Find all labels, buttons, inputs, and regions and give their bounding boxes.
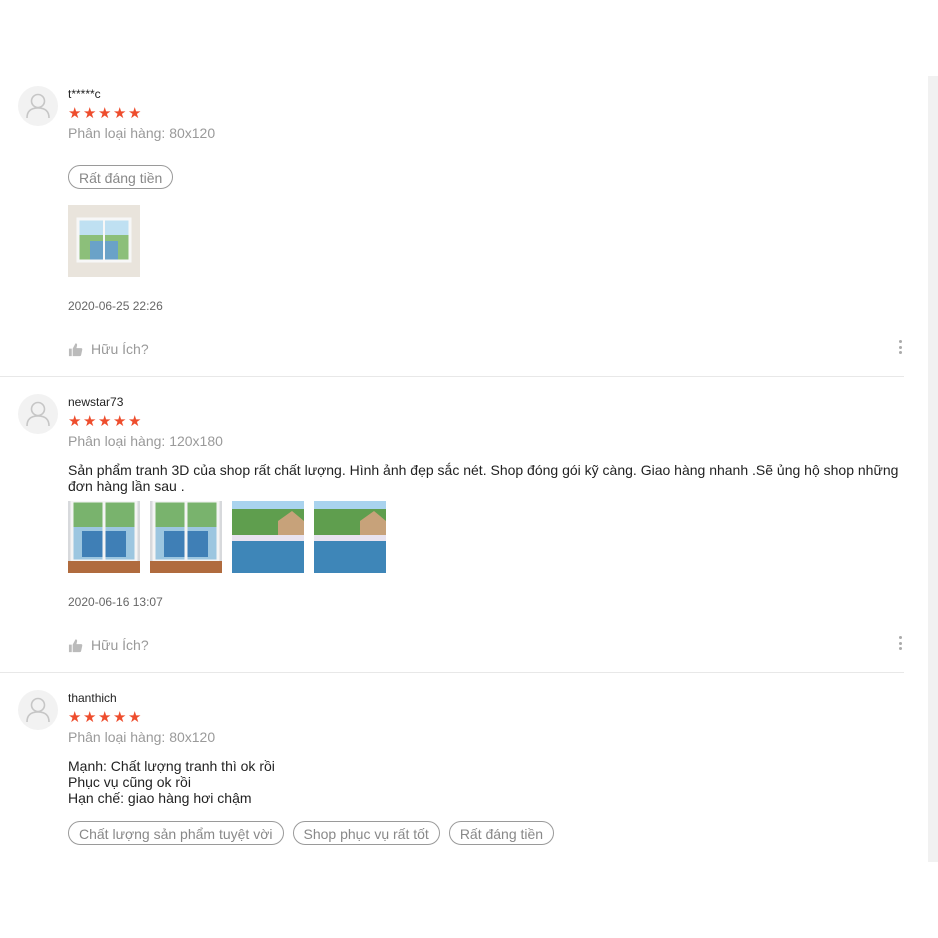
review-tags: Chất lượng sản phẩm tuyệt vời Shop phục … [68, 821, 904, 845]
review-item: thanthich ★ ★ ★ ★ ★ Phân loại hàng: 80x120 M… [0, 690, 904, 860]
review-photo[interactable] [150, 501, 222, 573]
star-icon: ★ [83, 709, 97, 726]
rating-stars: ★ ★ ★ ★ ★ [68, 414, 904, 430]
rating-stars: ★ ★ ★ ★ ★ [68, 106, 904, 122]
review-text-line: Hạn chế: giao hàng hơi chậm [68, 790, 252, 806]
review-content: newstar73 ★ ★ ★ ★ ★ Phân loại hàng: 120x180 … [68, 394, 904, 609]
kebab-menu-icon[interactable] [896, 636, 904, 656]
reviewer-username: thanthich [68, 691, 117, 705]
review-tag: Chất lượng sản phẩm tuyệt vời [68, 821, 284, 845]
review-tag: Rất đáng tiền [68, 165, 174, 189]
reviewer-username: newstar73 [68, 395, 124, 409]
review-text-line: Mạnh: Chất lượng tranh thì ok rồi [68, 758, 275, 774]
review-text: Sản phẩm tranh 3D của shop rất chất lượn… [68, 462, 899, 494]
star-icon: ★ [68, 105, 82, 122]
reviewer-username: t*****c [68, 87, 101, 101]
star-icon: ★ [68, 413, 82, 430]
thumbs-up-icon [68, 342, 83, 357]
star-icon: ★ [113, 413, 127, 430]
star-icon: ★ [68, 709, 82, 726]
variation-label: Phân loại hàng: 80x120 [68, 729, 216, 745]
review-text-line: Phục vụ cũng ok rồi [68, 774, 191, 790]
helpful-label: Hữu Ích? [91, 341, 149, 357]
review-date: 2020-06-16 13:07 [68, 595, 163, 609]
star-icon: ★ [128, 709, 142, 726]
star-icon: ★ [98, 709, 112, 726]
review-photos [68, 205, 904, 277]
star-icon: ★ [83, 105, 97, 122]
user-placeholder-icon[interactable] [18, 394, 58, 434]
review-tag: Rất đáng tiền [448, 821, 555, 845]
thumbs-up-icon [68, 638, 83, 653]
review-photo[interactable] [68, 205, 140, 277]
helpful-label: Hữu Ích? [91, 637, 149, 653]
page-scrollbar[interactable] [928, 76, 938, 862]
review-content: thanthich ★ ★ ★ ★ ★ Phân loại hàng: 80x120 M… [68, 690, 904, 845]
review-text: Mạnh: Chất lượng tranh thì ok rồi Phục v… [68, 758, 904, 806]
review-item: newstar73 ★ ★ ★ ★ ★ Phân loại hàng: 120x180 … [0, 394, 904, 673]
star-icon: ★ [98, 105, 112, 122]
review-photos [68, 501, 904, 573]
helpful-button[interactable]: Hữu Ích? [68, 637, 149, 653]
star-icon: ★ [113, 105, 127, 122]
user-placeholder-icon[interactable] [18, 86, 58, 126]
review-tags: Rất đáng tiền [68, 165, 904, 189]
review-photo[interactable] [232, 501, 304, 573]
star-icon: ★ [83, 413, 97, 430]
variation-label: Phân loại hàng: 120x180 [68, 433, 223, 449]
review-photo[interactable] [68, 501, 140, 573]
user-placeholder-icon[interactable] [18, 690, 58, 730]
rating-stars: ★ ★ ★ ★ ★ [68, 710, 904, 726]
star-icon: ★ [128, 105, 142, 122]
variation-label: Phân loại hàng: 80x120 [68, 125, 216, 141]
star-icon: ★ [128, 413, 142, 430]
star-icon: ★ [113, 709, 127, 726]
review-content: t*****c ★ ★ ★ ★ ★ Phân loại hàng: 80x120 Rất… [68, 86, 904, 313]
review-date: 2020-06-25 22:26 [68, 299, 163, 313]
star-icon: ★ [98, 413, 112, 430]
review-photo[interactable] [314, 501, 386, 573]
helpful-button[interactable]: Hữu Ích? [68, 341, 149, 357]
review-tag: Shop phục vụ rất tốt [292, 821, 440, 845]
review-item: t*****c ★ ★ ★ ★ ★ Phân loại hàng: 80x120 Rất… [0, 86, 904, 377]
kebab-menu-icon[interactable] [896, 340, 904, 360]
